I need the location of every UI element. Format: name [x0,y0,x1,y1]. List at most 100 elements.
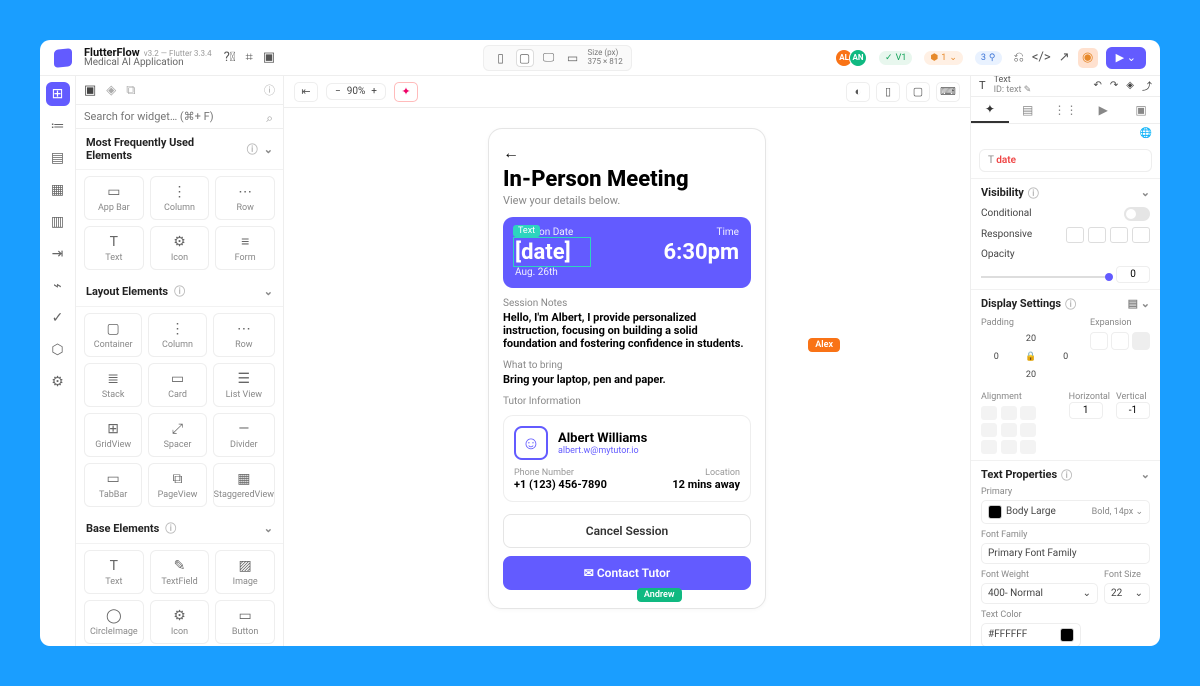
device-preview[interactable]: ← In-Person Meeting View your details be… [488,128,766,609]
code-icon[interactable]: </> [1032,50,1051,65]
widget-form[interactable]: ≡Form [215,226,275,270]
exp-opt[interactable] [1132,332,1150,350]
widget-column[interactable]: ⋮Column [150,176,210,220]
undo-icon[interactable]: ↶ [1094,80,1102,91]
widget-search[interactable]: ⌕ [76,105,283,129]
info-icon[interactable]: ⓘ [247,141,258,157]
prop-tab-docs[interactable]: ▣ [1122,97,1160,123]
run-button[interactable]: ▶ ⌄ [1106,47,1146,69]
widget-spacer[interactable]: ⤢Spacer [148,413,206,457]
selected-text-date[interactable]: [date] [515,240,571,265]
prop-tab-animations[interactable]: ▶ [1084,97,1122,123]
zoom-control[interactable]: −90%+ [326,83,386,100]
export-icon[interactable]: ▣ [263,50,275,65]
darkmode-icon[interactable]: ◐ [846,82,870,102]
chevron-down-icon[interactable]: ⌄ [264,522,273,535]
appstate-icon[interactable]: ⇥ [46,242,70,266]
prop-tab-backend[interactable]: ⋮⋮ [1047,97,1085,123]
pages-icon[interactable]: ▤ [46,146,70,170]
widget-icon[interactable]: ⚙Icon [150,226,210,270]
collab-avatars[interactable]: AL AN [839,49,867,67]
component-icon[interactable]: ◈ [1126,80,1134,91]
gift-icon[interactable]: ⌗ [246,50,253,65]
help-icon[interactable]: ?⃝ [224,50,236,65]
panel-tab-icon[interactable]: ▣ [84,83,96,98]
widget-row[interactable]: ⋯Row [215,176,275,220]
edit-icon[interactable]: ✎ [1024,85,1032,95]
info-icon[interactable]: ⓘ [165,520,176,536]
widget-text[interactable]: TText [84,226,144,270]
text-style-select[interactable]: Body Large Bold, 14px ⌄ [981,500,1150,524]
session-card[interactable]: Session Date Time [date] 6:30pm Aug. 26t… [503,217,751,288]
resp-desk[interactable] [1110,227,1128,243]
chevron-down-icon[interactable]: ▤ ⌄ [1128,297,1150,310]
panel-tab-icon[interactable]: ◈ [106,83,116,98]
padding-control[interactable]: 20 0🔒0 20 [981,332,1081,382]
font-size-select[interactable]: 22⌄ [1104,583,1150,604]
alignment-grid[interactable] [981,406,1037,454]
branch-icon[interactable]: ⎌ [1014,50,1024,65]
keyboard-icon[interactable]: ⌨ [936,82,960,102]
widget-card[interactable]: ▭Card [148,363,206,407]
palette-icon[interactable]: ⬡ [46,338,70,362]
widget-icon[interactable]: ⚙Icon [150,600,210,644]
tree-icon[interactable]: ≔ [46,114,70,138]
device-custom-icon[interactable]: ▭ [564,49,582,67]
panel-toggle-icon[interactable]: ⇤ [294,82,318,102]
panel-tab-icon[interactable]: ⧉ [126,83,135,98]
credits-pill[interactable]: ⬢ 1 ⌄ [924,51,962,65]
prop-tab-actions[interactable]: ▤ [1009,97,1047,123]
horiz-input[interactable] [1069,402,1103,419]
prop-tab-style[interactable]: ✦ [971,97,1009,123]
widget-stack[interactable]: ≣Stack [84,363,142,407]
device-phone-icon[interactable]: ▯ [492,49,510,67]
opacity-input[interactable] [1116,266,1150,283]
avatar[interactable]: AN [849,49,867,67]
chevron-down-icon[interactable]: ⌄ [1141,468,1150,481]
widget-divider[interactable]: —Divider [213,413,275,457]
resp-off[interactable] [1132,227,1150,243]
chevron-down-icon[interactable]: ⌄ [264,143,273,156]
ai-icon[interactable]: ✦ [394,82,418,102]
datatypes-icon[interactable]: ▥ [46,210,70,234]
widget-gridview[interactable]: ⊞GridView [84,413,142,457]
exp-opt[interactable] [1090,332,1108,350]
resp-phone[interactable] [1066,227,1084,243]
opacity-slider[interactable] [981,276,1110,278]
chevron-down-icon[interactable]: ⌄ [1141,186,1150,199]
globe-icon[interactable]: 🌐 [1140,128,1152,139]
widget-column[interactable]: ⋮Column [148,313,206,357]
tests-icon[interactable]: ✓ [46,306,70,330]
api-icon[interactable]: ⌁ [46,274,70,298]
conditional-toggle[interactable] [1124,207,1150,221]
open-icon[interactable]: ↗ [1059,50,1070,65]
info-icon[interactable]: ⓘ [174,283,185,299]
widget-textfield[interactable]: ✎TextField [150,550,210,594]
widget-container[interactable]: ▢Container [84,313,142,357]
bound-var-chip[interactable]: T date [979,149,1152,172]
widget-staggeredview[interactable]: ▦StaggeredView [213,463,275,507]
storyboard-icon[interactable]: ▦ [46,178,70,202]
widget-listview[interactable]: ☰List View [213,363,275,407]
search-input[interactable] [84,110,275,123]
info-icon[interactable]: ⓘ [264,82,275,98]
widget-pageview[interactable]: ⧉PageView [148,463,206,507]
export-icon[interactable]: ⤴ [1142,78,1152,93]
back-icon[interactable]: ← [503,143,751,163]
widget-text[interactable]: TText [84,550,144,594]
text-color-input[interactable]: #FFFFFF [981,623,1081,646]
widget-tabbar[interactable]: ▭TabBar [84,463,142,507]
device-tablet-icon[interactable]: ▢ [516,49,534,67]
lock-icon[interactable]: 🔒 [1016,350,1047,364]
font-weight-select[interactable]: 400- Normal⌄ [981,583,1098,604]
vert-input[interactable] [1116,402,1150,419]
device-desktop-icon[interactable]: 🖵 [540,49,558,67]
redo-icon[interactable]: ↷ [1110,80,1118,91]
settings-icon[interactable]: ⚙ [46,370,70,394]
widget-image[interactable]: ▨Image [215,550,275,594]
font-family-select[interactable]: Primary Font Family [981,543,1150,564]
chevron-down-icon[interactable]: ⌄ [264,285,273,298]
resp-tablet[interactable] [1088,227,1106,243]
cancel-session-button[interactable]: Cancel Session [503,514,751,548]
widget-circleimage[interactable]: ◯CircleImage [84,600,144,644]
